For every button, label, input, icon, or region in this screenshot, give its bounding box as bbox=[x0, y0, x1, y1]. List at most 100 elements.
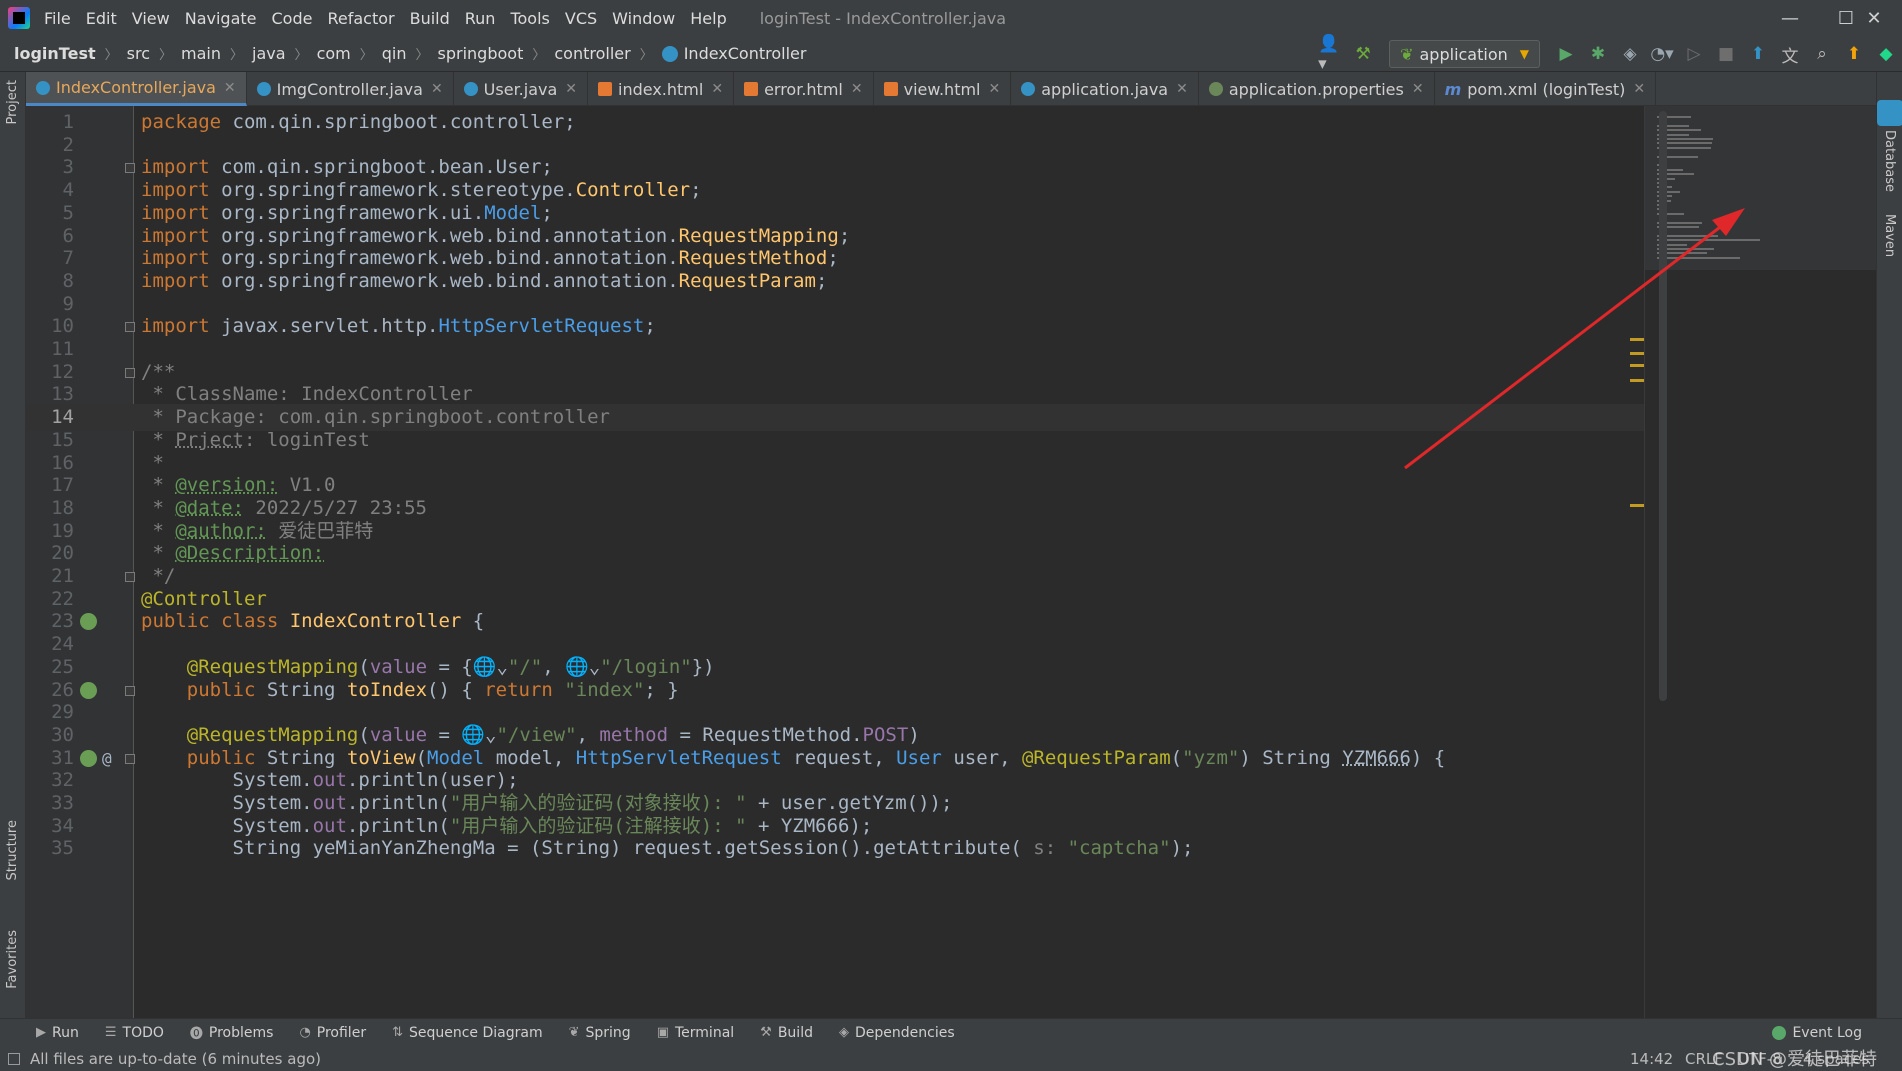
breadcrumb-current-class[interactable]: IndexController bbox=[684, 44, 807, 63]
menu-view[interactable]: View bbox=[132, 9, 170, 28]
update-icon[interactable]: ⬆ bbox=[1841, 41, 1867, 67]
fold-toggle-icon[interactable] bbox=[125, 685, 135, 696]
breadcrumb-springboot[interactable]: springboot bbox=[438, 44, 524, 63]
close-tab-icon[interactable]: ✕ bbox=[1176, 81, 1188, 97]
error-stripe-mark[interactable] bbox=[1630, 338, 1644, 341]
menu-navigate[interactable]: Navigate bbox=[185, 9, 257, 28]
fold-toggle-icon[interactable] bbox=[125, 163, 135, 174]
close-tab-icon[interactable]: ✕ bbox=[1412, 81, 1424, 97]
minimize-button[interactable]: — bbox=[1762, 0, 1818, 36]
tool-window-dependencies[interactable]: ◈ Dependencies bbox=[839, 1023, 955, 1042]
profile-icon[interactable]: ◔▾ bbox=[1649, 41, 1675, 67]
java-file-icon bbox=[463, 82, 478, 96]
code-editor[interactable]: 1 package com.qin.springboot.controller; 2… bbox=[26, 106, 1876, 1018]
tool-window-build[interactable]: ⚒ Build bbox=[760, 1023, 813, 1042]
error-stripe-mark[interactable] bbox=[1630, 504, 1644, 507]
user-icon[interactable]: 👤▾ bbox=[1318, 34, 1344, 74]
stop-icon[interactable]: ■ bbox=[1713, 41, 1739, 67]
database-tool-button[interactable]: Database bbox=[1882, 130, 1897, 192]
breadcrumb-main[interactable]: main bbox=[181, 44, 221, 63]
menu-tools[interactable]: Tools bbox=[510, 9, 549, 28]
menu-help[interactable]: Help bbox=[690, 9, 726, 28]
menu-run[interactable]: Run bbox=[465, 9, 496, 28]
tool-window-todo[interactable]: ☰ TODO bbox=[105, 1023, 164, 1042]
menu-vcs[interactable]: VCS bbox=[565, 9, 597, 28]
editor-tab[interactable]: error.html ✕ bbox=[734, 72, 874, 106]
status-toggle-icon[interactable] bbox=[8, 1052, 20, 1065]
right-tool-strip: Database Maven bbox=[1876, 72, 1902, 1018]
build-hammer-icon[interactable]: ⚒ bbox=[1350, 41, 1376, 67]
caret-position[interactable]: 14:42 bbox=[1630, 1050, 1673, 1068]
tool-window-label: Terminal bbox=[675, 1024, 735, 1041]
tool-window-terminal[interactable]: ▣ Terminal bbox=[657, 1023, 734, 1042]
close-tab-icon[interactable]: ✕ bbox=[1633, 81, 1645, 97]
menu-refactor[interactable]: Refactor bbox=[327, 9, 394, 28]
event-log-button[interactable]: Event Log bbox=[1772, 1025, 1862, 1041]
breadcrumb-separator-icon: 〉 bbox=[359, 48, 373, 63]
maven-tool-button[interactable]: Maven bbox=[1882, 214, 1897, 257]
step-icon[interactable]: ▷ bbox=[1681, 41, 1707, 67]
tool-window-profiler[interactable]: ◔ Profiler bbox=[299, 1023, 366, 1042]
editor-tab[interactable]: IndexController.java ✕ bbox=[26, 72, 247, 106]
spring-bean-gutter-icon[interactable] bbox=[80, 749, 97, 767]
editor-tab[interactable]: application.java ✕ bbox=[1011, 72, 1199, 106]
error-stripe-mark[interactable] bbox=[1630, 379, 1644, 382]
editor-tab[interactable]: index.html ✕ bbox=[588, 72, 735, 106]
menu-build[interactable]: Build bbox=[410, 9, 450, 28]
fold-toggle-icon[interactable] bbox=[125, 572, 135, 582]
menu-edit[interactable]: Edit bbox=[86, 9, 117, 28]
code-minimap[interactable] bbox=[1644, 106, 1876, 1018]
vcs-icon[interactable]: ⬆ bbox=[1745, 41, 1771, 67]
spring-bean-gutter-icon[interactable] bbox=[80, 681, 97, 699]
close-button[interactable]: ✕ bbox=[1846, 0, 1902, 36]
fold-toggle-icon[interactable] bbox=[125, 367, 135, 378]
spring-boot-icon: ❦ bbox=[1400, 44, 1414, 64]
close-tab-icon[interactable]: ✕ bbox=[711, 81, 723, 97]
project-tool-button[interactable]: Project bbox=[5, 80, 20, 124]
breadcrumb-java[interactable]: java bbox=[252, 44, 286, 63]
breadcrumb-src[interactable]: src bbox=[127, 44, 150, 63]
close-tab-icon[interactable]: ✕ bbox=[989, 81, 1001, 97]
close-tab-icon[interactable]: ✕ bbox=[851, 81, 863, 97]
editor-tab[interactable]: m pom.xml (loginTest) ✕ bbox=[1435, 72, 1657, 106]
tool-window-sequence-diagram[interactable]: ⇅ Sequence Diagram bbox=[392, 1023, 543, 1042]
tool-window-problems[interactable]: ⓿ Problems bbox=[190, 1023, 274, 1043]
close-tab-icon[interactable]: ✕ bbox=[431, 81, 443, 97]
translate-icon[interactable]: 文 bbox=[1777, 41, 1803, 67]
code-line[interactable]: 35 String yeMianYanZhengMa = (String) re… bbox=[26, 835, 1646, 862]
maven-file-icon: m bbox=[1444, 79, 1462, 99]
error-stripe-mark[interactable] bbox=[1630, 352, 1644, 355]
tool-window-icon: ◈ bbox=[838, 1025, 849, 1040]
tool-window-spring[interactable]: ❦ Spring bbox=[569, 1023, 631, 1042]
debug-icon[interactable]: ✱ bbox=[1585, 41, 1611, 67]
html-file-icon bbox=[883, 82, 898, 96]
breadcrumb-qin[interactable]: qin bbox=[382, 44, 407, 63]
close-tab-icon[interactable]: ✕ bbox=[224, 80, 236, 96]
close-tab-icon[interactable]: ✕ bbox=[565, 81, 577, 97]
editor-tab[interactable]: User.java ✕ bbox=[454, 72, 589, 106]
editor-tab[interactable]: ImgController.java ✕ bbox=[247, 72, 454, 106]
editor-tab[interactable]: view.html ✕ bbox=[874, 72, 1012, 106]
breadcrumb-controller[interactable]: controller bbox=[554, 44, 630, 63]
menu-code[interactable]: Code bbox=[272, 9, 313, 28]
menu-file[interactable]: File bbox=[44, 9, 71, 28]
tool-window-run[interactable]: ▶ Run bbox=[36, 1023, 79, 1042]
vertical-scrollbar[interactable] bbox=[1659, 111, 1667, 701]
database-icon[interactable] bbox=[1877, 100, 1902, 126]
error-stripe-mark[interactable] bbox=[1630, 364, 1644, 367]
breadcrumb-project[interactable]: loginTest bbox=[14, 44, 96, 63]
favorites-tool-button[interactable]: Favorites bbox=[5, 930, 20, 989]
editor-tab[interactable]: application.properties ✕ bbox=[1199, 72, 1435, 106]
run-icon[interactable]: ▶ bbox=[1553, 41, 1579, 67]
breadcrumb-com[interactable]: com bbox=[317, 44, 351, 63]
run-configuration-select[interactable]: ❦ application ▼ bbox=[1389, 40, 1540, 68]
search-icon[interactable]: ⌕ bbox=[1809, 41, 1835, 67]
tool-window-icon: ◔ bbox=[299, 1025, 311, 1040]
fold-toggle-icon[interactable] bbox=[125, 753, 135, 764]
coverage-icon[interactable]: ◈ bbox=[1617, 41, 1643, 67]
plugin-icon[interactable]: ◆ bbox=[1873, 41, 1899, 67]
menu-window[interactable]: Window bbox=[612, 9, 675, 28]
spring-bean-gutter-icon[interactable] bbox=[80, 613, 97, 631]
fold-toggle-icon[interactable] bbox=[125, 322, 135, 333]
structure-tool-button[interactable]: Structure bbox=[5, 820, 20, 880]
